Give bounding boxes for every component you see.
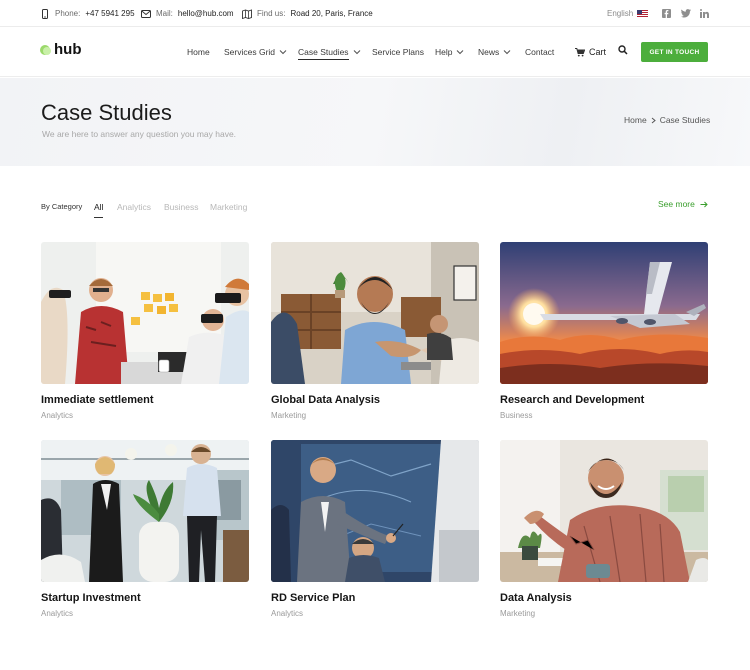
mail-info: Mail: hello@hub.com — [141, 0, 234, 27]
chevron-down-icon — [353, 50, 360, 55]
nav-item-services-grid[interactable]: Services Grid — [224, 27, 287, 77]
case-study-image-man-talking[interactable] — [500, 440, 708, 582]
case-study-card[interactable]: Immediate settlement Analytics — [41, 242, 249, 420]
nav-item-home[interactable]: Home — [187, 27, 210, 77]
nav-item-service-plans[interactable]: Service Plans — [372, 27, 424, 77]
chevron-down-icon — [279, 50, 287, 55]
arrow-right-icon — [700, 201, 708, 207]
twitter-icon[interactable] — [681, 0, 691, 27]
mail-label: Mail: — [156, 9, 173, 18]
nav-label[interactable]: Help — [435, 47, 452, 57]
language-selector[interactable]: English — [607, 0, 649, 27]
case-study-image-handshake[interactable] — [271, 242, 479, 384]
card-title[interactable]: Startup Investment — [41, 592, 249, 604]
card-title[interactable]: Immediate settlement — [41, 394, 249, 406]
linkedin-icon[interactable] — [700, 0, 709, 27]
breadcrumb-current: Case Studies — [659, 115, 711, 125]
card-title[interactable]: Research and Development — [500, 394, 708, 406]
us-flag-icon — [637, 10, 649, 17]
nav-item-news[interactable]: News — [478, 27, 511, 77]
nav-label[interactable]: Case Studies — [298, 47, 349, 60]
case-study-card[interactable]: Research and Development Business — [500, 242, 708, 420]
chevron-down-icon — [503, 50, 511, 55]
search-icon[interactable] — [618, 45, 628, 55]
nav-item-contact[interactable]: Contact — [525, 27, 554, 77]
page-subtitle: We are here to answer any question you m… — [42, 129, 237, 139]
card-category[interactable]: Analytics — [271, 609, 479, 618]
nav-label[interactable]: Service Plans — [372, 47, 424, 57]
breadcrumb: Home Case Studies — [624, 115, 710, 125]
mail-value[interactable]: hello@hub.com — [178, 9, 234, 18]
get-in-touch-button[interactable]: GET IN TOUCH — [641, 42, 708, 62]
case-study-image-office-team[interactable] — [41, 440, 249, 582]
chevron-right-icon — [651, 117, 656, 123]
cart-button[interactable]: Cart — [575, 27, 606, 77]
case-study-card[interactable]: Data Analysis Marketing — [500, 440, 708, 618]
site-logo[interactable]: hub — [40, 41, 82, 58]
card-category[interactable]: Analytics — [41, 411, 249, 420]
filter-label: By Category — [41, 202, 83, 211]
logo-mark — [40, 44, 51, 55]
see-more-label[interactable]: See more — [658, 199, 695, 209]
card-title[interactable]: Global Data Analysis — [271, 394, 479, 406]
nav-label[interactable]: Services Grid — [224, 47, 275, 57]
card-category[interactable]: Business — [500, 411, 708, 420]
cart-label[interactable]: Cart — [589, 47, 606, 57]
nav-item-case-studies[interactable]: Case Studies — [298, 27, 361, 77]
map-icon — [242, 8, 252, 19]
breadcrumb-home[interactable]: Home — [624, 115, 647, 125]
phone-info: Phone: +47 5941 295 — [40, 0, 135, 27]
card-title[interactable]: Data Analysis — [500, 592, 708, 604]
case-study-image-airplane[interactable] — [500, 242, 708, 384]
filter-business[interactable]: Business — [164, 202, 199, 212]
case-study-image-vr-meeting[interactable] — [41, 242, 249, 384]
logo-text: hub — [54, 41, 82, 58]
top-info-bar: Phone: +47 5941 295 Mail: hello@hub.com … — [0, 0, 750, 27]
case-study-card[interactable]: Global Data Analysis Marketing — [271, 242, 479, 420]
nav-label[interactable]: News — [478, 47, 499, 57]
card-title[interactable]: RD Service Plan — [271, 592, 479, 604]
address-info: Find us: Road 20, Paris, France — [242, 0, 373, 27]
card-category[interactable]: Analytics — [41, 609, 249, 618]
page-title: Case Studies — [41, 100, 172, 125]
filter-all[interactable]: All — [94, 202, 104, 218]
address-label: Find us: — [257, 9, 286, 18]
case-study-card[interactable]: RD Service Plan Analytics — [271, 440, 479, 618]
facebook-icon[interactable] — [662, 0, 671, 27]
see-more-link[interactable]: See more — [658, 199, 708, 209]
phone-label: Phone: — [55, 9, 81, 18]
mail-icon — [141, 9, 151, 18]
case-study-card[interactable]: Startup Investment Analytics — [41, 440, 249, 618]
chevron-down-icon — [457, 50, 464, 55]
nav-label[interactable]: Home — [187, 47, 210, 57]
cart-icon — [575, 47, 585, 56]
address-value: Road 20, Paris, France — [290, 9, 373, 18]
card-category[interactable]: Marketing — [271, 411, 479, 420]
card-category[interactable]: Marketing — [500, 609, 708, 618]
page-title-bar: Case Studies We are here to answer any q… — [0, 78, 750, 166]
filter-marketing[interactable]: Marketing — [210, 202, 247, 212]
nav-label[interactable]: Contact — [525, 47, 554, 57]
language-label[interactable]: English — [607, 9, 633, 18]
case-study-image-presentation[interactable] — [271, 440, 479, 582]
filter-analytics[interactable]: Analytics — [117, 202, 151, 212]
nav-item-help[interactable]: Help — [435, 27, 464, 77]
phone-value[interactable]: +47 5941 295 — [85, 9, 134, 18]
phone-icon — [42, 8, 48, 19]
main-header: hub Home Services Grid Case Studies Serv… — [0, 27, 750, 77]
